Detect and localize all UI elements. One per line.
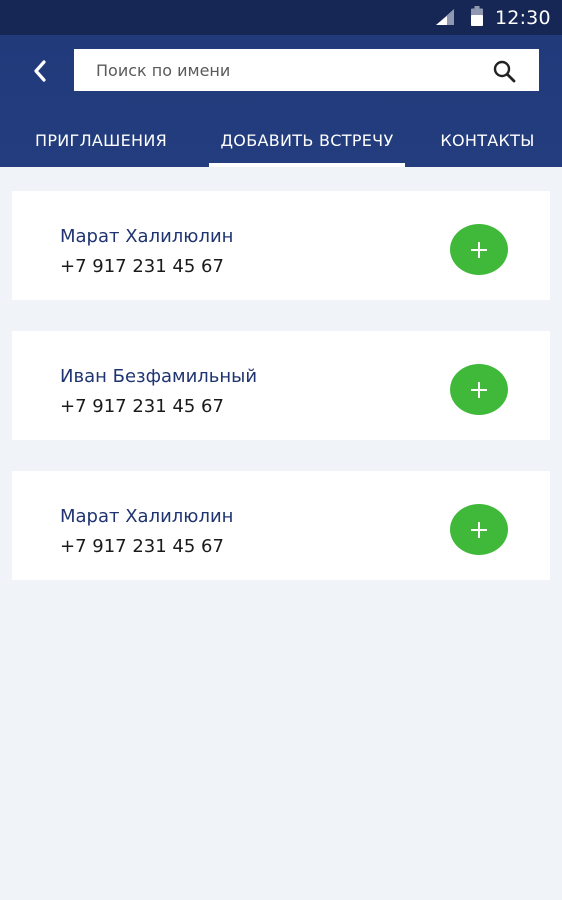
plus-icon xyxy=(471,241,487,258)
status-time: 12:30 xyxy=(495,7,551,29)
status-bar: 12:30 xyxy=(0,0,562,35)
active-tab-indicator xyxy=(209,163,405,167)
battery-icon xyxy=(471,6,483,26)
signal-icon xyxy=(436,9,454,25)
contact-card: Марат Халилюлин +7 917 231 45 67 xyxy=(12,471,550,580)
add-contact-button[interactable] xyxy=(450,504,508,555)
back-button[interactable] xyxy=(22,53,58,89)
tab-add-meeting[interactable]: ДОБАВИТЬ ВСТРЕЧУ xyxy=(209,123,405,167)
search-box xyxy=(74,49,539,91)
contact-phone: +7 917 231 45 67 xyxy=(60,396,224,417)
contact-name: Иван Безфамильный xyxy=(60,366,258,387)
contact-phone: +7 917 231 45 67 xyxy=(60,256,224,277)
tab-bar: ПРИГЛАШЕНИЯ ДОБАВИТЬ ВСТРЕЧУ КОНТАКТЫ xyxy=(0,123,562,167)
contact-card: Марат Халилюлин +7 917 231 45 67 xyxy=(12,191,550,300)
add-contact-button[interactable] xyxy=(450,224,508,275)
contact-name: Марат Халилюлин xyxy=(60,226,234,247)
app-bar: ПРИГЛАШЕНИЯ ДОБАВИТЬ ВСТРЕЧУ КОНТАКТЫ xyxy=(0,35,562,167)
search-icon[interactable] xyxy=(492,59,516,83)
tab-invitations[interactable]: ПРИГЛАШЕНИЯ xyxy=(22,123,180,167)
contact-name: Марат Халилюлин xyxy=(60,506,234,527)
tab-contacts[interactable]: КОНТАКТЫ xyxy=(430,123,545,167)
chevron-left-icon xyxy=(34,60,46,82)
add-contact-button[interactable] xyxy=(450,364,508,415)
plus-icon xyxy=(471,521,487,538)
contact-card: Иван Безфамильный +7 917 231 45 67 xyxy=(12,331,550,440)
search-input[interactable] xyxy=(74,49,474,91)
plus-icon xyxy=(471,381,487,398)
contact-list: Марат Халилюлин +7 917 231 45 67 Иван Бе… xyxy=(12,191,550,611)
contact-phone: +7 917 231 45 67 xyxy=(60,536,224,557)
